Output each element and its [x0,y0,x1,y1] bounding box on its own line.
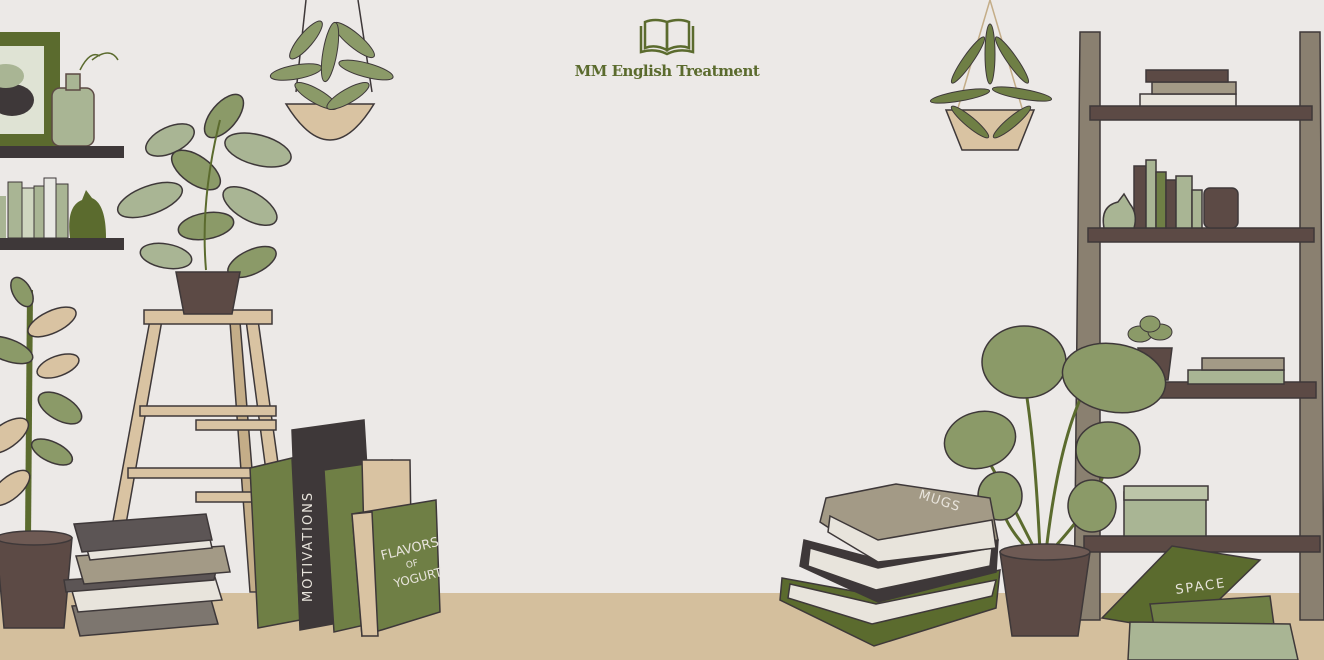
left-wall-shelves [0,32,124,250]
hanging-plant-left [269,0,394,141]
upright-books [249,419,441,637]
open-book-icon [637,16,697,56]
brand-title: MM English Treatment [574,62,760,80]
book-spine-motivations: MOTIVATIONS [301,491,316,602]
potted-plant-on-ladder [116,93,292,315]
left-book-stack [63,513,231,637]
hanging-plant-right [929,0,1053,151]
far-right-books [1100,545,1299,660]
room-illustration: MOTIVATIONS FLAVORS OF YOGURT MUGS SPACE… [0,0,1324,660]
right-bookcase [1073,31,1324,621]
room-scene: MOTIVATIONS FLAVORS OF YOGURT MUGS SPACE [0,0,1324,660]
succulent-on-shelf [1127,315,1173,343]
left-potted-tree [0,276,83,629]
brand-header: MM English Treatment [562,16,772,80]
